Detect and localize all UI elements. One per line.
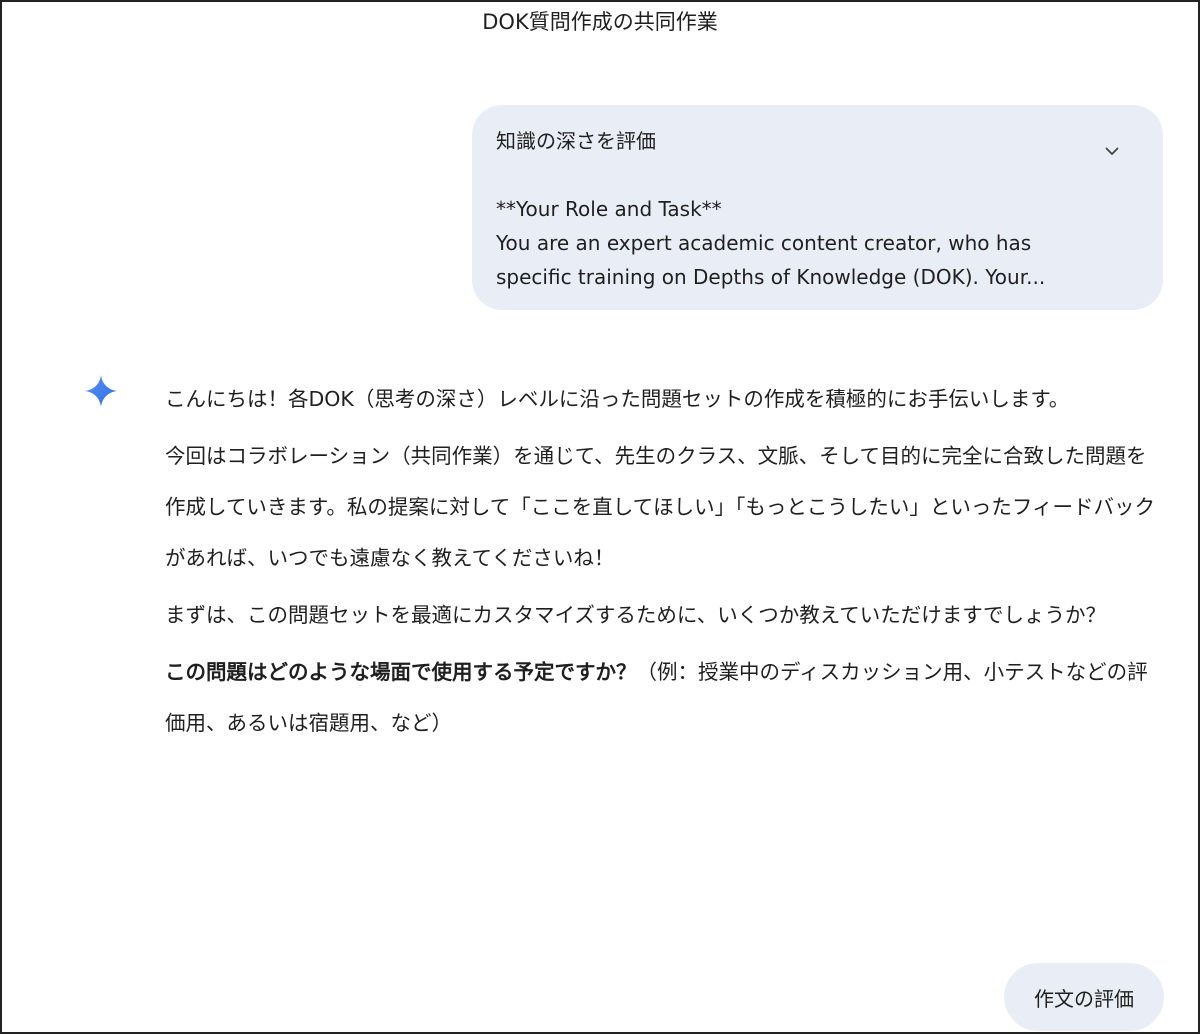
chevron-down-icon[interactable] [1100,139,1124,163]
response-paragraph: まずは、この問題セットを最適にカスタマイズするために、いくつか教えていただけます… [165,603,1106,627]
prompt-body-line: You are an expert academic content creat… [496,231,1032,255]
prompt-body: **Your Role and Task** You are an expert… [496,192,1136,294]
user-prompt-bubble[interactable]: 知識の深さを評価 **Your Role and Task** You are … [472,105,1163,310]
response-paragraph: 今回はコラボレーション（共同作業）を通じて、先生のクラス、文脈、そして目的に完全… [165,444,1155,570]
prompt-body-line: specific training on Depths of Knowledge… [496,265,1046,289]
conversation-title: DOK質問作成の共同作業 [482,10,718,34]
next-prompt-chip[interactable]: 作文の評価 [1004,963,1164,1031]
prompt-heading: 知識の深さを評価 [496,129,656,153]
gemini-sparkle-icon [84,374,118,408]
question-bold-text: この問題はどのような場面で使用する予定ですか？ [165,660,637,684]
chat-window: DOK質問作成の共同作業 知識の深さを評価 **Your Role and Ta… [0,0,1200,1034]
response-question: この問題はどのような場面で使用する予定ですか？（例：授業中のディスカッション用、… [165,647,1155,749]
response-paragraph: こんにちは！各DOK（思考の深さ）レベルに沿った問題セットの作成を積極的にお手伝… [165,387,1070,411]
prompt-body-line: **Your Role and Task** [496,197,722,221]
assistant-response: こんにちは！各DOK（思考の深さ）レベルに沿った問題セットの作成を積極的にお手伝… [165,374,1155,755]
